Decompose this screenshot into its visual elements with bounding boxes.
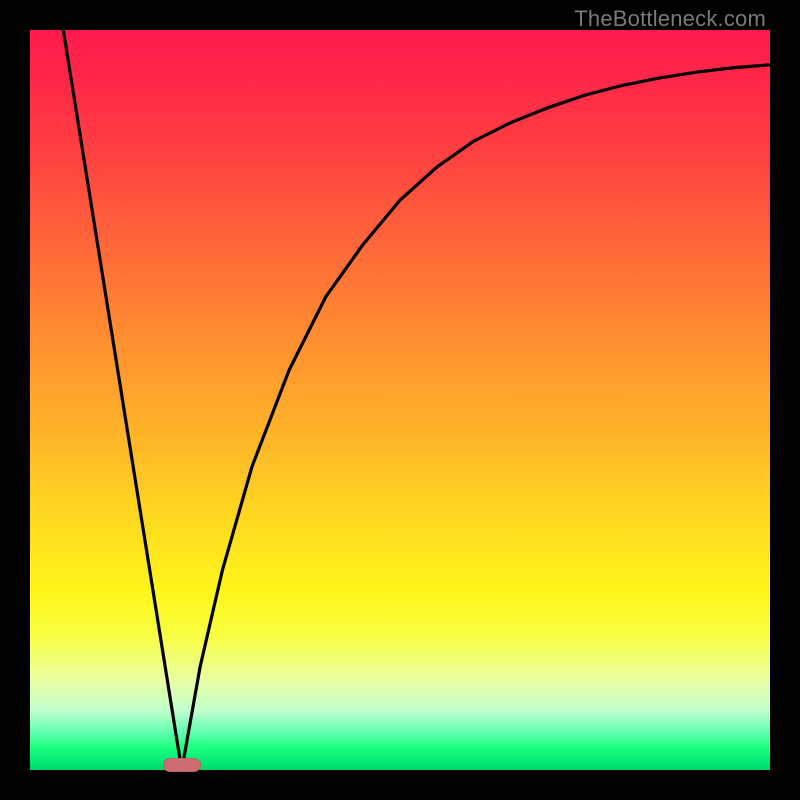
watermark-text: TheBottleneck.com xyxy=(574,6,766,32)
chart-frame: TheBottleneck.com xyxy=(0,0,800,800)
bottleneck-curve xyxy=(30,30,770,770)
optimal-marker xyxy=(163,758,201,772)
curve-path xyxy=(63,30,770,770)
plot-area xyxy=(30,30,770,770)
